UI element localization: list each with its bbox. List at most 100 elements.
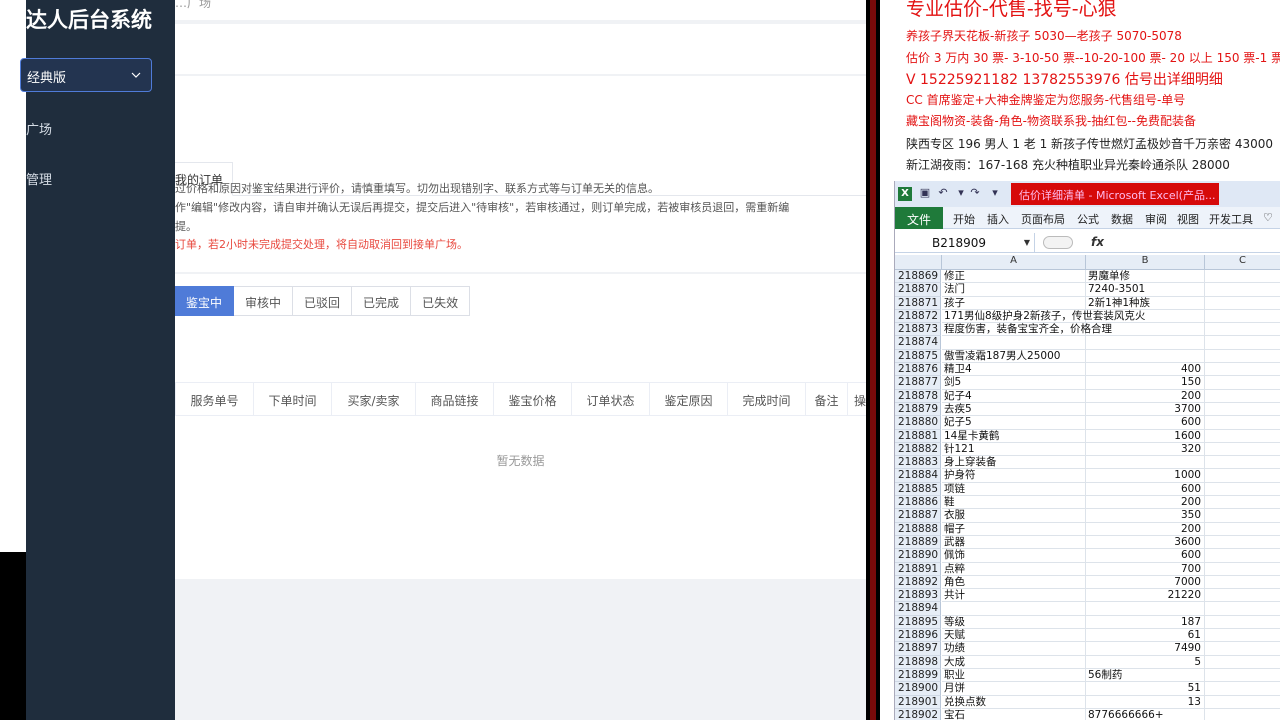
cell-b[interactable] [1086, 336, 1205, 350]
cell-c[interactable] [1205, 390, 1280, 403]
cell-b[interactable]: 700 [1086, 562, 1205, 576]
cell-a[interactable]: 武器 [942, 535, 1086, 550]
cell-c[interactable] [1205, 323, 1280, 337]
cell-b[interactable]: 51 [1086, 682, 1205, 696]
heart-icon[interactable]: ♡ [1263, 211, 1273, 224]
cell-a[interactable]: 精卫4 [942, 363, 1086, 377]
row-number[interactable]: 218902 [895, 708, 941, 720]
cell-a[interactable]: 职业 [942, 668, 1086, 683]
cell-b[interactable] [1086, 456, 1205, 470]
column-header-b[interactable]: B [1086, 255, 1205, 270]
sidebar-item-square[interactable]: 广场 [26, 119, 52, 138]
cell-a[interactable]: 衣服 [942, 509, 1086, 523]
row-number[interactable]: 218872 [895, 309, 941, 324]
row-number[interactable]: 218899 [895, 668, 941, 683]
cell-a[interactable]: 孩子 [942, 296, 1086, 310]
cell-c[interactable] [1205, 363, 1280, 377]
tab-review[interactable]: 审阅 [1145, 211, 1167, 227]
row-number[interactable]: 218887 [895, 509, 941, 523]
cell-a[interactable] [942, 336, 1086, 350]
cell-b[interactable]: 187 [1086, 615, 1205, 630]
cell-a[interactable]: 法门 [942, 283, 1086, 297]
row-number[interactable]: 218869 [895, 270, 941, 284]
row-number[interactable]: 218890 [895, 549, 941, 563]
cell-b[interactable] [1086, 323, 1205, 337]
cell-b[interactable]: 13 [1086, 695, 1205, 709]
cell-a[interactable]: 傲雪凌霜187男人25000 [942, 349, 1086, 364]
cell-c[interactable] [1205, 629, 1280, 643]
cell-b[interactable] [1086, 349, 1205, 364]
undo-icon[interactable]: ↶ [937, 187, 949, 199]
row-number[interactable]: 218876 [895, 363, 941, 377]
cell-a[interactable]: 14星卡黄鹤 [942, 429, 1086, 443]
cell-b[interactable]: 320 [1086, 442, 1205, 457]
cell-c[interactable] [1205, 270, 1280, 284]
column-header[interactable]: 完成时间 [727, 383, 805, 415]
cell-c[interactable] [1205, 483, 1280, 497]
chevron-down-icon[interactable]: ▾ [955, 187, 967, 199]
cell-c[interactable] [1205, 469, 1280, 483]
save-icon[interactable]: ▣ [919, 187, 931, 199]
fx-icon[interactable]: fx [1091, 235, 1104, 249]
cell-c[interactable] [1205, 616, 1280, 630]
column-header-c[interactable]: C [1205, 255, 1280, 270]
status-tab-reviewing[interactable]: 审核中 [234, 286, 294, 316]
cell-b[interactable] [1086, 309, 1205, 324]
cell-a[interactable]: 项链 [942, 482, 1086, 497]
row-number[interactable]: 218884 [895, 469, 941, 483]
cell-b[interactable]: 3600 [1086, 535, 1205, 550]
cell-b[interactable]: 150 [1086, 376, 1205, 390]
cell-a[interactable]: 程度伤害，装备宝宝齐全，价格合理 [942, 323, 1112, 337]
column-header[interactable]: 备注 [805, 383, 847, 415]
cell-a[interactable]: 天赋 [942, 629, 1086, 643]
cell-b[interactable] [1086, 602, 1205, 616]
row-number[interactable]: 218885 [895, 482, 941, 497]
row-number[interactable]: 218871 [895, 296, 941, 310]
cell-a[interactable]: 修正 [942, 270, 1086, 284]
cell-a[interactable]: 妃子5 [942, 416, 1086, 430]
cell-a[interactable]: 护身符 [942, 469, 1086, 483]
cell-a[interactable]: 针121 [942, 442, 1086, 457]
cell-b[interactable]: 男魔单修 [1086, 270, 1205, 284]
cell-b[interactable]: 200 [1086, 522, 1205, 536]
status-tab-appraising[interactable]: 鉴宝中 [175, 286, 235, 316]
cell-c[interactable] [1205, 376, 1280, 390]
customize-toolbar-icon[interactable]: ▾ [989, 187, 1001, 199]
cell-c[interactable] [1205, 642, 1280, 656]
cell-c[interactable] [1205, 696, 1280, 709]
cell-a[interactable]: 佩饰 [942, 549, 1086, 563]
row-number[interactable]: 218888 [895, 522, 941, 536]
tab-developer[interactable]: 开发工具 [1209, 211, 1253, 227]
cell-b[interactable]: 7000 [1086, 575, 1205, 590]
column-header[interactable]: 服务单号 [175, 383, 253, 415]
status-tab-rejected[interactable]: 已驳回 [293, 286, 353, 316]
row-number[interactable]: 218889 [895, 535, 941, 550]
cell-c[interactable] [1205, 669, 1280, 683]
cell-a[interactable]: 鞋 [942, 496, 1086, 510]
cell-a[interactable] [942, 602, 1086, 616]
row-number[interactable]: 218873 [895, 323, 941, 337]
cell-b[interactable]: 56制药 [1086, 668, 1205, 683]
cell-b[interactable]: 7490 [1086, 642, 1205, 656]
status-tab-completed[interactable]: 已完成 [352, 286, 412, 316]
cell-b[interactable]: 600 [1086, 482, 1205, 497]
row-number[interactable]: 218894 [895, 602, 941, 616]
cell-a[interactable]: 角色 [942, 575, 1086, 590]
row-number[interactable]: 218870 [895, 283, 941, 297]
cell-a[interactable]: 去疾5 [942, 402, 1086, 417]
cell-c[interactable] [1205, 403, 1280, 417]
cell-b[interactable]: 2新1神1种族 [1086, 296, 1205, 310]
column-header[interactable]: 商品链接 [415, 383, 493, 415]
cell-b[interactable]: 350 [1086, 509, 1205, 523]
redo-icon[interactable]: ↷ [969, 187, 981, 199]
row-number[interactable]: 218881 [895, 429, 941, 443]
cell-a[interactable]: 兑换点数 [942, 695, 1086, 709]
cell-c[interactable] [1205, 336, 1280, 350]
row-number[interactable]: 218893 [895, 589, 941, 603]
cell-b[interactable]: 600 [1086, 549, 1205, 563]
cell-b[interactable]: 200 [1086, 389, 1205, 403]
tab-page-layout[interactable]: 页面布局 [1021, 211, 1065, 227]
cell-b[interactable]: 21220 [1086, 589, 1205, 603]
cell-a[interactable]: 点粹 [942, 562, 1086, 576]
cell-a[interactable]: 剑5 [942, 376, 1086, 390]
